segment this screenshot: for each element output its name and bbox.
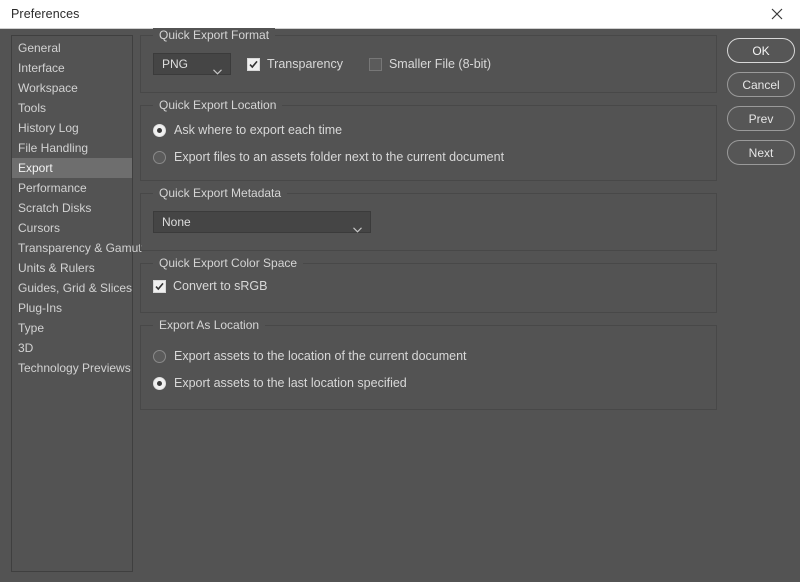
dialog-buttons: OK Cancel Prev Next — [727, 38, 795, 174]
sidebar-item-plug-ins[interactable]: Plug-Ins — [12, 298, 132, 318]
group-quick-export-metadata: Quick Export Metadata None — [140, 193, 717, 251]
transparency-checkbox-box — [247, 58, 260, 71]
smaller-file-checkbox-box — [369, 58, 382, 71]
radio-export-last-location-label: Export assets to the last location speci… — [174, 376, 407, 390]
radio-export-to-assets-folder-label: Export files to an assets folder next to… — [174, 150, 504, 164]
sidebar-item-workspace[interactable]: Workspace — [12, 78, 132, 98]
radio-export-current-document-location-label: Export assets to the location of the cur… — [174, 349, 467, 363]
group-legend-export-as-location: Export As Location — [153, 318, 265, 332]
sidebar-item-interface[interactable]: Interface — [12, 58, 132, 78]
export-metadata-value: None — [154, 215, 191, 229]
convert-to-srgb-checkbox[interactable]: Convert to sRGB — [153, 279, 267, 293]
sidebar-item-export[interactable]: Export — [12, 158, 132, 178]
sidebar-item-type[interactable]: Type — [12, 318, 132, 338]
group-legend-quick-export-metadata: Quick Export Metadata — [153, 186, 287, 200]
group-legend-quick-export-color-space: Quick Export Color Space — [153, 256, 303, 270]
export-format-value: PNG — [154, 57, 188, 71]
chevron-down-icon — [353, 220, 362, 238]
export-format-select[interactable]: PNG — [153, 53, 231, 75]
convert-to-srgb-checkbox-box — [153, 280, 166, 293]
radio-export-to-assets-folder[interactable]: Export files to an assets folder next to… — [153, 150, 704, 164]
next-button[interactable]: Next — [727, 140, 795, 165]
sidebar-item-general[interactable]: General — [12, 38, 132, 58]
group-quick-export-color-space: Quick Export Color Space Convert to sRGB — [140, 263, 717, 313]
sidebar-item-tools[interactable]: Tools — [12, 98, 132, 118]
smaller-file-checkbox[interactable]: Smaller File (8-bit) — [369, 57, 491, 71]
radio-ask-where-to-export-label: Ask where to export each time — [174, 123, 342, 137]
sidebar-item-3d[interactable]: 3D — [12, 338, 132, 358]
preferences-content: Quick Export Format PNG Transparency — [140, 35, 717, 422]
quick-export-metadata-row: None — [153, 211, 704, 233]
sidebar-item-guides-grid-slices[interactable]: Guides, Grid & Slices — [12, 278, 132, 298]
close-glyph — [771, 8, 783, 20]
group-export-as-location: Export As Location Export assets to the … — [140, 325, 717, 410]
group-quick-export-location: Quick Export Location Ask where to expor… — [140, 105, 717, 181]
radio-export-last-location-box — [153, 377, 166, 390]
smaller-file-label: Smaller File (8-bit) — [389, 57, 491, 71]
sidebar-item-units-rulers[interactable]: Units & Rulers — [12, 258, 132, 278]
radio-export-current-document-location-box — [153, 350, 166, 363]
ok-button[interactable]: OK — [727, 38, 795, 63]
preferences-dialog: Preferences General Interface Workspace … — [0, 0, 800, 582]
quick-export-format-row: PNG Transparency Smaller File (8-bi — [153, 53, 704, 75]
radio-export-current-document-location[interactable]: Export assets to the location of the cur… — [153, 349, 704, 363]
sidebar-item-transparency-gamut[interactable]: Transparency & Gamut — [12, 238, 132, 258]
radio-ask-where-to-export-box — [153, 124, 166, 137]
prev-button[interactable]: Prev — [727, 106, 795, 131]
title-bar: Preferences — [0, 0, 800, 29]
chevron-down-icon — [213, 62, 222, 80]
sidebar-item-technology-previews[interactable]: Technology Previews — [12, 358, 132, 378]
transparency-checkbox[interactable]: Transparency — [247, 57, 343, 71]
export-metadata-select[interactable]: None — [153, 211, 371, 233]
radio-export-last-location[interactable]: Export assets to the last location speci… — [153, 376, 704, 390]
sidebar-item-scratch-disks[interactable]: Scratch Disks — [12, 198, 132, 218]
color-space-row: Convert to sRGB — [153, 279, 704, 293]
convert-to-srgb-label: Convert to sRGB — [173, 279, 267, 293]
sidebar-item-performance[interactable]: Performance — [12, 178, 132, 198]
group-legend-quick-export-location: Quick Export Location — [153, 98, 282, 112]
preferences-category-list[interactable]: General Interface Workspace Tools Histor… — [11, 35, 133, 572]
radio-ask-where-to-export[interactable]: Ask where to export each time — [153, 123, 704, 137]
cancel-button[interactable]: Cancel — [727, 72, 795, 97]
radio-export-to-assets-folder-box — [153, 151, 166, 164]
sidebar-item-cursors[interactable]: Cursors — [12, 218, 132, 238]
transparency-label: Transparency — [267, 57, 343, 71]
close-icon[interactable] — [754, 0, 800, 28]
group-quick-export-format: Quick Export Format PNG Transparency — [140, 35, 717, 93]
window-title: Preferences — [11, 7, 80, 21]
group-legend-quick-export-format: Quick Export Format — [153, 28, 275, 42]
sidebar-item-history-log[interactable]: History Log — [12, 118, 132, 138]
sidebar-item-file-handling[interactable]: File Handling — [12, 138, 132, 158]
